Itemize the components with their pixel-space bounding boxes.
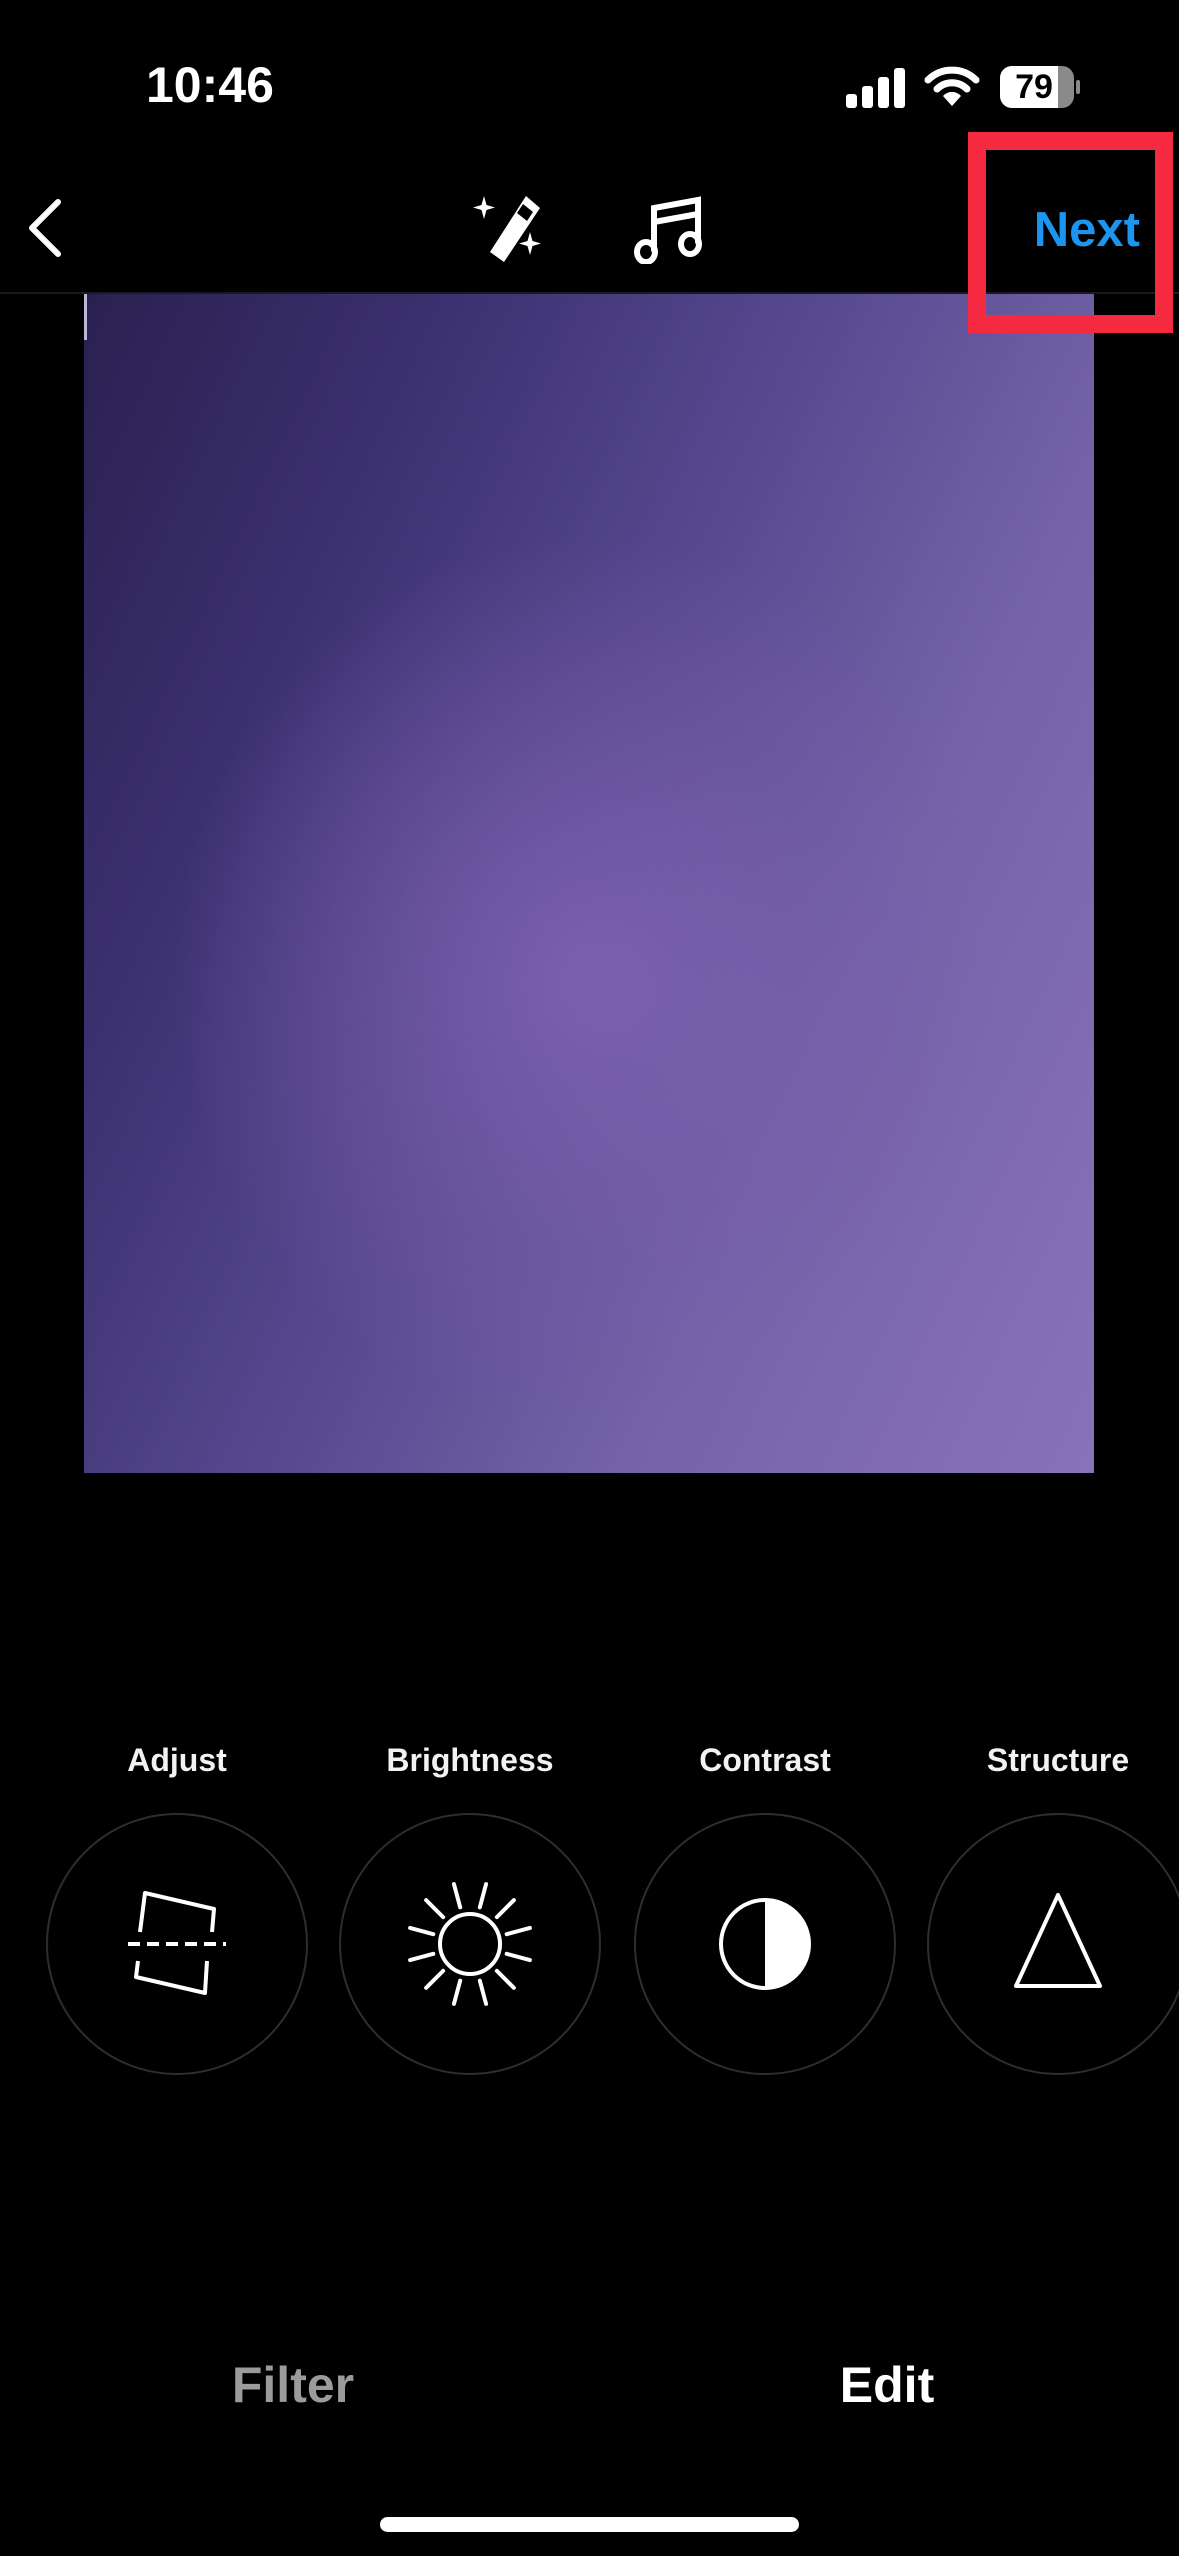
photo-edge-marker: [84, 294, 87, 340]
adjust-crop-icon: [128, 1891, 226, 1995]
tool-label-contrast: Contrast: [699, 1742, 831, 1778]
battery-icon: 79: [1000, 66, 1080, 108]
half-circle-contrast-icon: [719, 1898, 811, 1990]
back-button[interactable]: [22, 196, 66, 260]
sun-ray: [504, 1925, 532, 1937]
tool-label-structure: Structure: [986, 1742, 1130, 1778]
cellular-signal-icon: [846, 68, 905, 108]
sun-ray: [424, 1898, 446, 1920]
tool-contrast-button[interactable]: [634, 1813, 896, 2075]
sun-ray: [424, 1968, 446, 1990]
music-note-icon: [634, 196, 702, 264]
wifi-icon: [924, 66, 980, 106]
tool-structure-button[interactable]: [927, 1813, 1179, 2075]
photo-preview[interactable]: [84, 294, 1094, 1473]
tool-label-adjust: Adjust: [127, 1742, 227, 1778]
sun-ray: [504, 1951, 532, 1963]
battery-level: 79: [1015, 68, 1053, 106]
sun-ray: [408, 1925, 436, 1937]
sun-ray: [477, 1978, 489, 2006]
tab-filter[interactable]: Filter: [143, 2356, 443, 2414]
home-indicator[interactable]: [380, 2517, 799, 2532]
magic-wand-icon: [473, 196, 541, 262]
sun-ray: [408, 1951, 436, 1963]
tool-adjust-button[interactable]: [46, 1813, 308, 2075]
sun-ray: [477, 1882, 489, 1910]
status-time: 10:46: [146, 57, 274, 113]
triangle-icon: [1014, 1893, 1102, 1988]
next-button[interactable]: Next: [1000, 194, 1160, 266]
magic-wand-button[interactable]: [470, 192, 548, 266]
tool-label-brightness: Brightness: [386, 1742, 554, 1778]
sun-ray: [494, 1968, 516, 1990]
sun-ray: [494, 1898, 516, 1920]
sun-ray: [451, 1882, 463, 1910]
sun-icon: [408, 1882, 532, 2006]
tab-edit[interactable]: Edit: [737, 2356, 1037, 2414]
tool-brightness-button[interactable]: [339, 1813, 601, 2075]
sun-ray: [451, 1978, 463, 2006]
chevron-left-icon: [29, 199, 61, 257]
music-button[interactable]: [632, 192, 706, 264]
